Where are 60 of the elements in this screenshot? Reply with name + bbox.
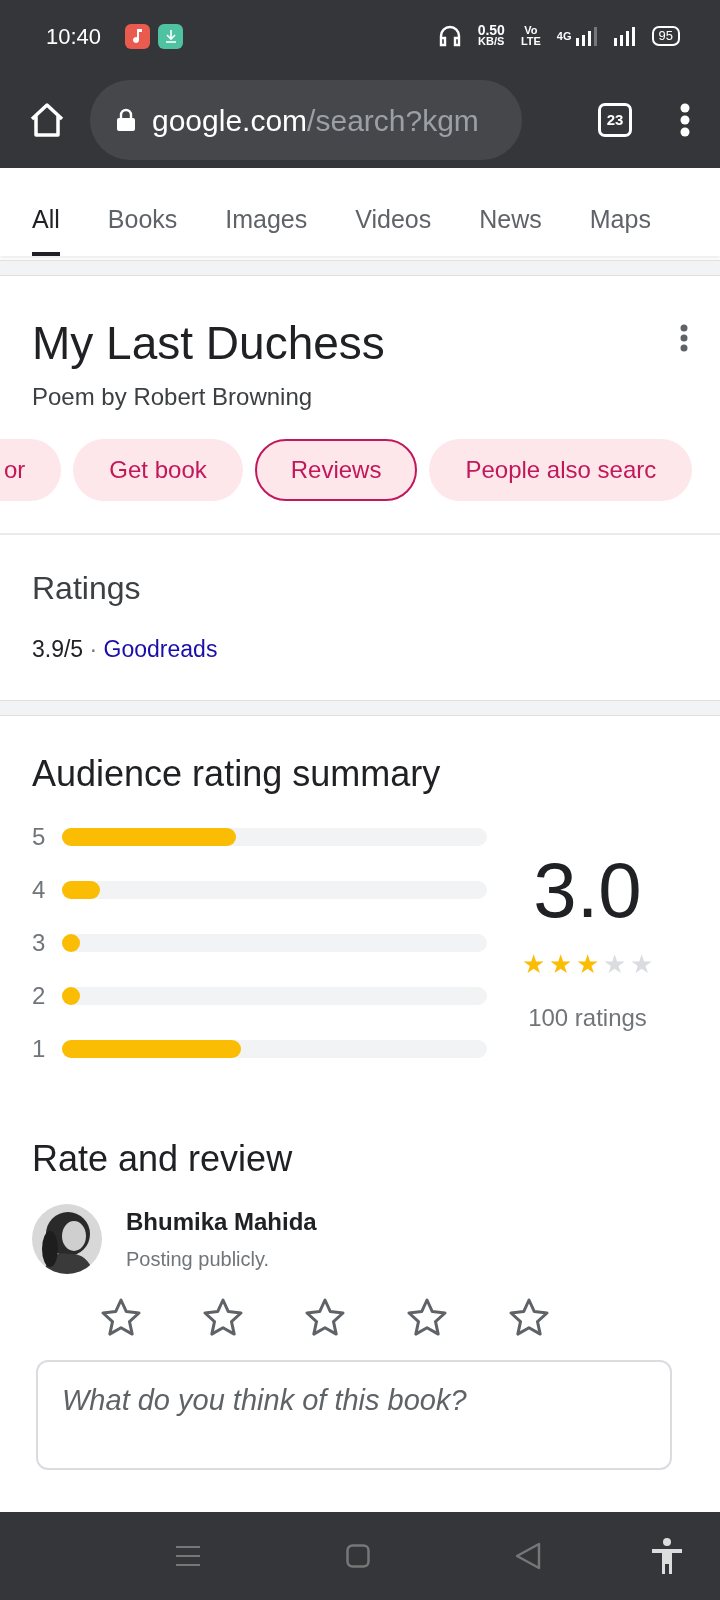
section-heading: Audience rating summary [32, 752, 442, 796]
headphones-icon [437, 25, 462, 47]
star-outline-icon[interactable] [407, 1298, 447, 1337]
speed-value: 0.50 [477, 25, 505, 36]
battery-indicator: 95 [651, 26, 680, 46]
empty-star-icon: ★ [603, 944, 626, 984]
star-outline-icon[interactable] [305, 1298, 345, 1337]
url-text: google.com/search?kgm [152, 102, 479, 139]
lte-label: LTE [520, 36, 541, 47]
signal-icon [613, 26, 636, 46]
filled-star-icon: ★ [522, 944, 545, 984]
section-heading: Rate and review [32, 1137, 294, 1181]
visibility-note: Posting publicly. [126, 1247, 271, 1273]
filled-star-icon: ★ [549, 944, 572, 984]
lock-icon [116, 108, 136, 132]
search-tab[interactable]: Books [107, 180, 178, 256]
ratings-count: 100 ratings [528, 1002, 647, 1033]
star-level-label: 1 [32, 1034, 47, 1065]
filter-chip[interactable]: Reviews [254, 439, 418, 502]
filter-chip[interactable]: People also searc [429, 439, 693, 502]
accessibility-icon[interactable] [651, 1537, 683, 1575]
download-icon [158, 23, 184, 49]
star-outline-icon[interactable] [203, 1298, 243, 1337]
more-options-icon[interactable] [680, 324, 688, 352]
volte-label: Vo [523, 25, 539, 36]
filter-chip[interactable]: Get book [73, 439, 243, 502]
separator-dot: · [89, 635, 98, 662]
home-square-icon[interactable] [346, 1544, 370, 1568]
search-tab[interactable]: Images [225, 180, 308, 256]
speed-unit: KB/S [477, 36, 505, 47]
search-tab[interactable]: Videos [355, 180, 432, 256]
user-name: Bhumika Mahida [126, 1207, 317, 1238]
star-level-label: 5 [32, 822, 47, 853]
entity-subtitle: Poem by Robert Browning [32, 382, 314, 413]
clock-time: 10:40 [46, 22, 102, 51]
search-tab[interactable]: Maps [589, 180, 651, 256]
filter-chip[interactable]: or [0, 439, 62, 502]
music-note-icon [125, 23, 151, 49]
signal-icon [575, 26, 598, 46]
star-level-label: 2 [32, 981, 47, 1012]
filled-star-icon: ★ [576, 944, 599, 984]
tab-count-button[interactable]: 23 [598, 103, 632, 137]
star-outline-icon[interactable] [101, 1298, 141, 1337]
average-rating: 3.0 [533, 850, 642, 929]
star-outline-icon[interactable] [509, 1298, 549, 1337]
home-icon[interactable] [28, 101, 66, 139]
search-tab[interactable]: All [32, 180, 60, 256]
search-tab[interactable]: News [479, 180, 542, 256]
source-link[interactable]: Goodreads [103, 635, 218, 662]
review-input[interactable]: What do you think of this book? [36, 1360, 672, 1471]
network-type: 4G [556, 30, 572, 42]
menu-icon[interactable] [680, 103, 690, 137]
empty-star-icon: ★ [630, 944, 653, 984]
entity-title: My Last Duchess [32, 316, 386, 371]
back-icon[interactable] [515, 1542, 541, 1570]
star-level-label: 4 [32, 875, 47, 906]
section-heading: Ratings [32, 569, 142, 608]
star-level-label: 3 [32, 928, 47, 959]
rating-score: 3.9/5 [32, 635, 84, 662]
address-bar[interactable]: google.com/search?kgm [90, 80, 522, 160]
